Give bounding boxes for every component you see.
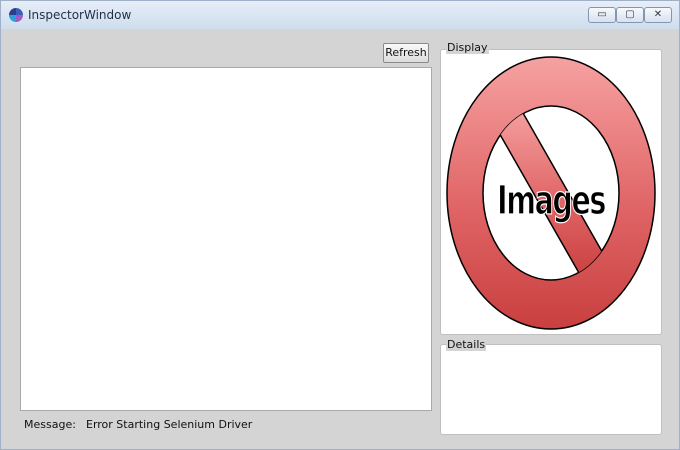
- app-icon: [9, 8, 23, 22]
- details-group-label: Details: [446, 338, 487, 351]
- element-tree-view[interactable]: [20, 67, 432, 411]
- display-group-label: Display: [446, 41, 489, 54]
- message-text: Error Starting Selenium Driver: [86, 418, 253, 431]
- inspector-window: InspectorWindow ▭ ▢ ✕ Refresh Message: E…: [0, 0, 680, 450]
- display-panel: Images: [440, 49, 662, 335]
- client-area: Refresh Message: Error Starting Selenium…: [8, 31, 672, 445]
- maximize-button[interactable]: ▢: [616, 7, 644, 23]
- no-images-icon: Images: [446, 56, 656, 330]
- window-title: InspectorWindow: [28, 8, 132, 22]
- refresh-button[interactable]: Refresh: [383, 43, 429, 63]
- details-panel: [440, 344, 662, 435]
- message-label: Message:: [24, 418, 76, 431]
- close-button[interactable]: ✕: [644, 7, 672, 23]
- no-images-text: Images: [497, 178, 605, 224]
- title-bar[interactable]: InspectorWindow ▭ ▢ ✕: [1, 1, 679, 29]
- minimize-button[interactable]: ▭: [588, 7, 616, 23]
